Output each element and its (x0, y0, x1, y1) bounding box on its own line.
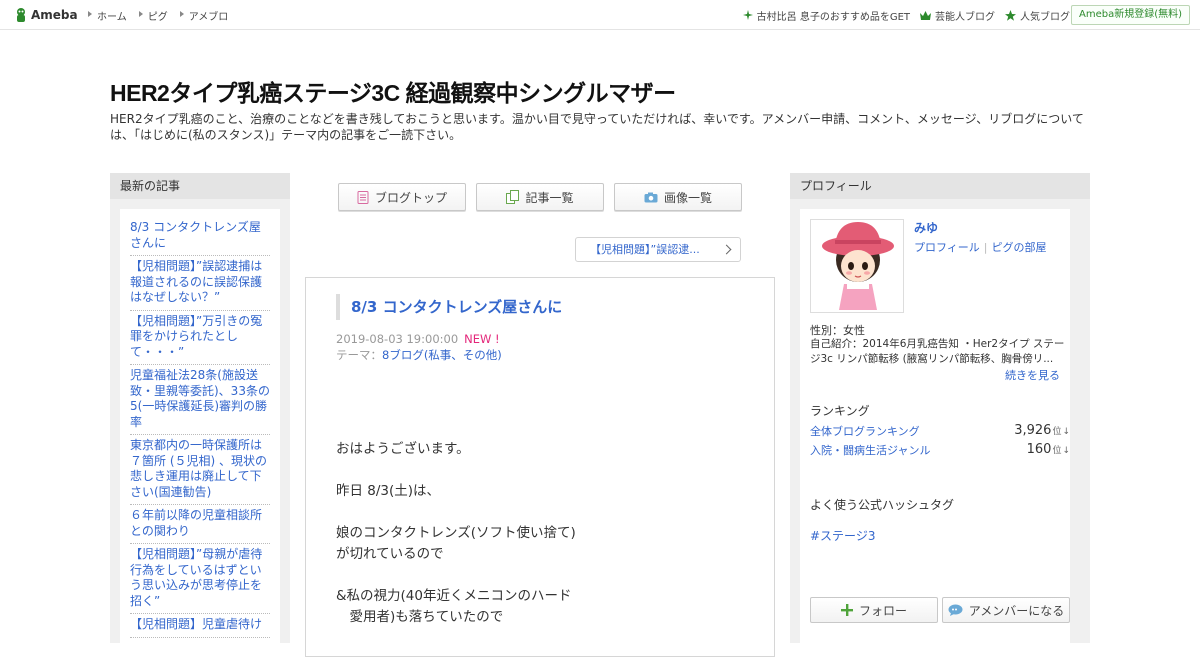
celebrity-blog-link[interactable]: 芸能人ブログ (920, 8, 995, 23)
amember-button[interactable]: アメンバーになる (942, 597, 1070, 623)
profile-link[interactable]: プロフィール (914, 241, 980, 254)
header-links: 古村比呂 息子のおすすめ品をGET 芸能人ブログ 人気ブログ (733, 0, 1070, 30)
profile-gender: 性別：女性 (810, 324, 865, 337)
rank-down-icon: ↓ (1062, 427, 1070, 437)
recent-article-item[interactable]: ６年前以降の児童相談所との関わり (130, 505, 270, 544)
blog-description: HER2タイプ乳癌のこと、治療のことなどを書き残しておこうと思います。温かい目で… (110, 112, 1084, 142)
promo-label: 古村比呂 息子のおすすめ品をGET (756, 11, 910, 23)
tab-blog-top[interactable]: ブログトップ (338, 183, 466, 211)
next-article-label: 【児相問題】”誤認逮... (590, 243, 700, 256)
sparkle-icon (742, 10, 753, 20)
next-article-button[interactable]: 【児相問題】”誤認逮... (575, 237, 741, 262)
recent-article-item[interactable]: 児童福祉法28条(施設送致・里親等委託)、33条の5(一時保護延長)審判の勝率 (130, 365, 270, 435)
ranking-row: 入院・闘病生活ジャンル 160位↓ (810, 442, 1070, 458)
theme-label: テーマ： (336, 348, 382, 362)
ranking-number: 3,926 (1014, 423, 1052, 438)
recent-article-item[interactable]: 【児相問題】児童虐待け (130, 614, 270, 638)
recent-article-item[interactable]: 8/3 コンタクトレンズ屋さんに (130, 217, 270, 256)
recent-article-item[interactable]: 東京都内の一時保護所は７箇所 (５児相) 、現状の悲しき運用は廃止して下さい(国… (130, 435, 270, 505)
blog-title[interactable]: HER2タイプ乳癌ステージ3C 経過観察中シングルマザー (110, 74, 676, 108)
recent-articles-list: 8/3 コンタクトレンズ屋さんに 【児相問題】”誤認逮捕は報道されるのに誤認保護… (120, 209, 280, 649)
hashtag-heading: よく使う公式ハッシュタグ (810, 498, 955, 512)
global-nav: ホーム ピグ アメブロ (88, 0, 240, 30)
crown-icon (920, 10, 931, 20)
new-badge: NEW ! (464, 332, 500, 346)
promo-link[interactable]: 古村比呂 息子のおすすめ品をGET (742, 8, 910, 23)
logo-text: Ameba (31, 8, 78, 22)
article-theme: テーマ：8ブログ(私事、その他) (336, 347, 502, 363)
ranking-unit: 位 (1052, 427, 1062, 437)
tab-article-list-label: 記事一覧 (525, 190, 574, 205)
profile-links: プロフィール | ピグの部屋 (914, 239, 1047, 255)
ranking-number: 160 (1026, 442, 1052, 457)
blog-tabs: ブログトップ 記事一覧 画像一覧 (338, 183, 752, 211)
popular-blog-label: 人気ブログ (1020, 11, 1070, 23)
follow-button[interactable]: フォロー (810, 597, 938, 623)
register-button[interactable]: Ameba新規登録(無料) (1070, 5, 1190, 25)
read-more-link[interactable]: 続きを見る (1005, 367, 1060, 383)
plus-icon (840, 604, 853, 616)
avatar-illustration (811, 220, 903, 312)
ameba-logo[interactable]: Ameba (14, 7, 78, 23)
link-separator: | (983, 241, 988, 254)
tab-image-list[interactable]: 画像一覧 (614, 183, 742, 211)
follow-label: フォロー (858, 603, 907, 618)
profile-name[interactable]: みゆ (914, 219, 938, 236)
profile-box: みゆ プロフィール | ピグの部屋 性別：女性 自己紹介：2014年6月乳癌告知 ・… (800, 209, 1070, 649)
tab-blog-top-label: ブログトップ (374, 190, 447, 205)
article-title[interactable]: 8/3 コンタクトレンズ屋さんに (336, 294, 562, 320)
profile-heading: プロフィール (790, 173, 1090, 199)
nav-pigg[interactable]: ピグ (138, 8, 168, 23)
ranking-value: 3,926位↓ (1014, 423, 1070, 439)
recent-article-item[interactable]: 【児相問題】”万引きの冤罪をかけられたとして・・・” (130, 311, 270, 365)
pigg-room-link[interactable]: ピグの部屋 (992, 241, 1047, 254)
nav-home[interactable]: ホーム (88, 8, 127, 23)
chevron-right-icon (721, 244, 732, 255)
article-meta: 2019-08-03 19:00:00 NEW ! (336, 331, 500, 348)
profile-panel: プロフィール みゆ プロフィール | ピグの部屋 性別：女性 自己紹介：2014… (790, 173, 1090, 649)
ranking-row: 全体ブログランキング 3,926位↓ (810, 423, 1070, 439)
rank-down-icon: ↓ (1062, 446, 1070, 456)
ranking-value: 160位↓ (1027, 442, 1070, 458)
ranking-name[interactable]: 入院・闘病生活ジャンル (810, 442, 930, 458)
document-icon (357, 190, 369, 204)
ranking-name[interactable]: 全体ブログランキング (810, 423, 920, 439)
article-datetime: 2019-08-03 19:00:00 (336, 332, 459, 346)
popular-blog-link[interactable]: 人気ブログ (1005, 8, 1070, 23)
recent-article-item[interactable]: 【児相問題】”誤認逮捕は報道されるのに誤認保護はなぜしない？” (130, 256, 270, 311)
article-body: おはようございます。 昨日 8/3(土)は、 娘のコンタクトレンズ(ソフト使い捨… (336, 441, 576, 625)
star-icon (1005, 9, 1016, 21)
avatar[interactable] (810, 219, 904, 313)
tab-image-list-label: 画像一覧 (663, 190, 712, 205)
recent-article-item[interactable]: 【児相問題】”母親が虐待行為をしているはずという思い込みが思考停止を招く” (130, 544, 270, 614)
chat-bubble-icon (948, 604, 963, 616)
theme-link[interactable]: 8ブログ(私事、その他) (382, 348, 502, 362)
profile-intro: 自己紹介：2014年6月乳癌告知 ・Her2タイプ ステージ3c リンパ節転移 … (810, 338, 1065, 365)
amember-label: アメンバーになる (968, 603, 1065, 618)
celebrity-blog-label: 芸能人ブログ (935, 11, 995, 23)
article: 8/3 コンタクトレンズ屋さんに 2019-08-03 19:00:00 NEW … (305, 277, 775, 657)
ameba-logo-icon (17, 8, 25, 22)
camera-icon (644, 192, 658, 202)
recent-articles-heading: 最新の記事 (110, 173, 290, 199)
hashtag-link[interactable]: #ステージ3 (810, 527, 875, 544)
ranking-unit: 位 (1052, 446, 1062, 456)
copy-icon (506, 190, 520, 204)
nav-ameblo[interactable]: アメブロ (179, 8, 228, 23)
ranking-heading: ランキング (810, 404, 870, 418)
recent-articles-panel: 最新の記事 8/3 コンタクトレンズ屋さんに 【児相問題】”誤認逮捕は報道される… (110, 173, 290, 649)
tab-article-list[interactable]: 記事一覧 (476, 183, 604, 211)
global-header: Ameba ホーム ピグ アメブロ 古村比呂 息子のおすすめ品をGET 芸能人ブ… (0, 0, 1200, 30)
